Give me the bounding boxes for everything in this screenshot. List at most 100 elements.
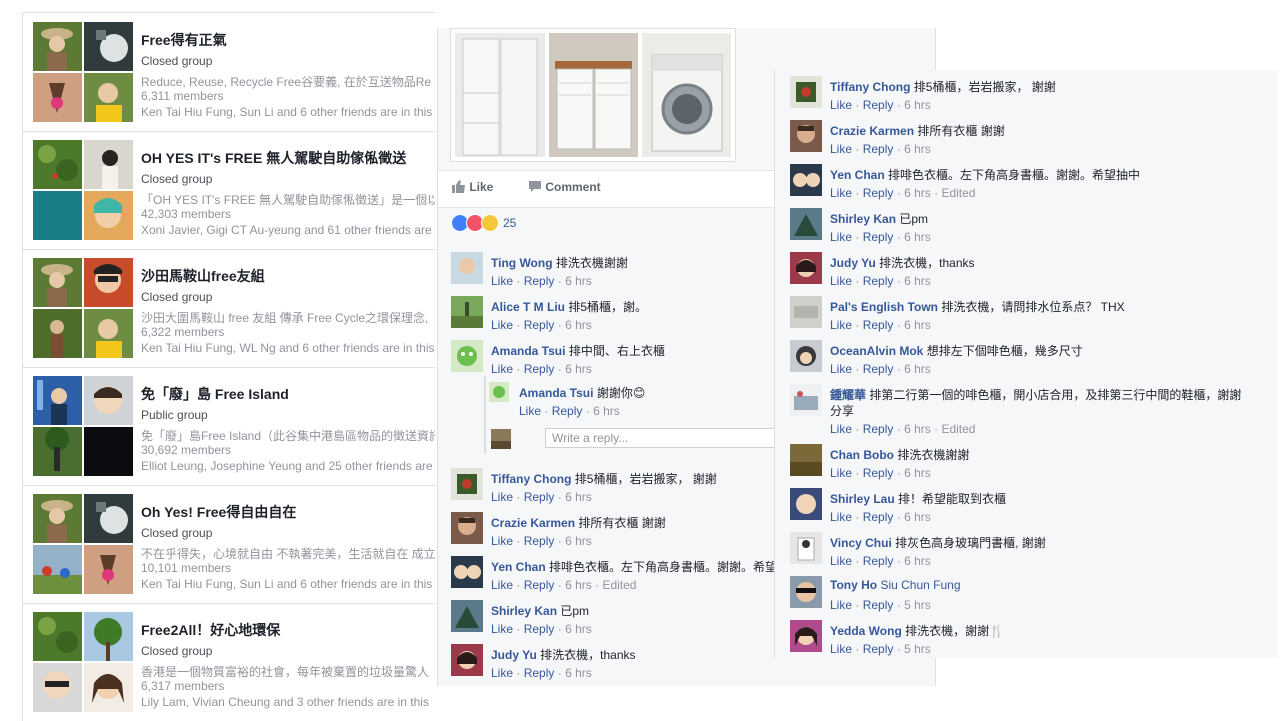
group-name[interactable]: 沙田馬鞍山free友組 — [141, 266, 265, 286]
comment-timestamp[interactable]: 6 hrs — [904, 186, 931, 200]
avatar[interactable] — [489, 382, 509, 402]
avatar[interactable] — [790, 252, 822, 284]
reaction-count[interactable]: 25 — [503, 216, 516, 230]
comment-author[interactable]: Alice T M Liu — [491, 300, 565, 314]
comment-reply-link[interactable]: Reply — [863, 554, 894, 568]
comment-author[interactable]: Yedda Wong — [830, 624, 902, 638]
comment-edited-label[interactable]: Edited — [602, 578, 636, 592]
avatar[interactable] — [790, 120, 822, 152]
comment-reply-link[interactable]: Reply — [863, 642, 894, 656]
comment-timestamp[interactable]: 5 hrs — [904, 642, 931, 656]
avatar[interactable] — [451, 252, 483, 284]
comment-like-link[interactable]: Like — [491, 578, 513, 592]
comment-author[interactable]: Yen Chan — [830, 168, 885, 182]
group-name[interactable]: Free得有正氣 — [141, 30, 227, 50]
avatar[interactable] — [790, 444, 822, 476]
avatar[interactable] — [790, 384, 822, 416]
group-name[interactable]: 免「廢」島 Free Island — [141, 384, 289, 404]
comment-author[interactable]: Vincy Chui — [830, 536, 892, 550]
comment-reply-link[interactable]: Reply — [863, 362, 894, 376]
comment-author[interactable]: Tiffany Chong — [491, 472, 571, 486]
avatar[interactable] — [451, 600, 483, 632]
group-row[interactable]: 免「廢」島 Free Island Public group 免「廢」島Free… — [23, 367, 435, 486]
comment-timestamp[interactable]: 6 hrs — [904, 98, 931, 112]
comment-author[interactable]: Shirley Kan — [830, 212, 896, 226]
comment-author[interactable]: Shirley Kan — [491, 604, 557, 618]
comment-button[interactable]: Comment — [528, 180, 601, 194]
avatar[interactable] — [451, 468, 483, 500]
comment-reply-link[interactable]: Reply — [863, 466, 894, 480]
comment-author[interactable]: Judy Yu — [491, 648, 537, 662]
avatar[interactable] — [790, 340, 822, 372]
avatar[interactable] — [451, 556, 483, 588]
comment-timestamp[interactable]: 6 hrs — [565, 666, 592, 680]
comment-author[interactable]: Amanda Tsui — [519, 386, 593, 400]
avatar[interactable] — [790, 576, 822, 608]
comment-timestamp[interactable]: 6 hrs — [904, 362, 931, 376]
avatar[interactable] — [790, 532, 822, 564]
comment-reply-link[interactable]: Reply — [863, 98, 894, 112]
avatar[interactable] — [790, 164, 822, 196]
comment-author[interactable]: Ting Wong — [491, 256, 553, 270]
group-row[interactable]: 沙田馬鞍山free友組 Closed group 沙田大圍馬鞍山 free 友組… — [23, 249, 435, 368]
group-row[interactable]: Free得有正氣 Closed group Reduce, Reuse, Rec… — [23, 13, 435, 132]
comment-timestamp[interactable]: 6 hrs — [904, 510, 931, 524]
avatar[interactable] — [790, 488, 822, 520]
avatar[interactable] — [451, 644, 483, 676]
comment-like-link[interactable]: Like — [491, 274, 513, 288]
comment-author[interactable]: Amanda Tsui — [491, 344, 565, 358]
comment-timestamp[interactable]: 5 hrs — [904, 598, 931, 612]
comment-timestamp[interactable]: 6 hrs — [565, 578, 592, 592]
comment-reply-link[interactable]: Reply — [524, 362, 555, 376]
group-row[interactable]: Oh Yes! Free得自由自在 Closed group 不在乎得失，心境就… — [23, 485, 435, 604]
comment-author[interactable]: 鍾耀華 — [830, 388, 866, 402]
comment-timestamp[interactable]: 6 hrs — [565, 622, 592, 636]
comment-author[interactable]: Pal's English Town — [830, 300, 938, 314]
group-name[interactable]: Oh Yes! Free得自由自在 — [141, 502, 296, 522]
reply-input[interactable]: Write a reply... — [545, 428, 813, 448]
comment-reply-link[interactable]: Reply — [863, 510, 894, 524]
comment-reply-link[interactable]: Reply — [863, 142, 894, 156]
comment-like-link[interactable]: Like — [491, 318, 513, 332]
like-button[interactable]: Like — [452, 180, 493, 194]
avatar[interactable] — [790, 296, 822, 328]
avatar[interactable] — [790, 76, 822, 108]
comment-reply-link[interactable]: Reply — [524, 666, 555, 680]
comment-author[interactable]: Chan Bobo — [830, 448, 894, 462]
comment-timestamp[interactable]: 6 hrs — [904, 274, 931, 288]
comment-reply-link[interactable]: Reply — [524, 318, 555, 332]
avatar[interactable] — [451, 340, 483, 372]
comment-timestamp[interactable]: 6 hrs — [904, 230, 931, 244]
comment-like-link[interactable]: Like — [830, 318, 852, 332]
comment-like-link[interactable]: Like — [830, 274, 852, 288]
group-cover-mosaic[interactable] — [33, 258, 133, 358]
comment-reply-link[interactable]: Reply — [524, 490, 555, 504]
comment-like-link[interactable]: Like — [830, 362, 852, 376]
comment-tagged-user[interactable]: Siu Chun Fung — [880, 578, 960, 592]
avatar[interactable] — [451, 512, 483, 544]
comment-timestamp[interactable]: 6 hrs — [565, 490, 592, 504]
group-cover-mosaic[interactable] — [33, 494, 133, 594]
comment-reply-link[interactable]: Reply — [524, 534, 555, 548]
comment-author[interactable]: Tiffany Chong — [830, 80, 910, 94]
comment-author[interactable]: Crazie Karmen — [491, 516, 575, 530]
group-cover-mosaic[interactable] — [33, 612, 133, 712]
comment-like-link[interactable]: Like — [830, 422, 852, 436]
group-row[interactable]: Free2All！好心地環保 Closed group 香港是一個物質富裕的社會… — [23, 603, 435, 721]
avatar[interactable] — [790, 208, 822, 240]
avatar[interactable] — [790, 620, 822, 652]
comment-timestamp[interactable]: 6 hrs — [565, 362, 592, 376]
comment-reply-link[interactable]: Reply — [552, 404, 583, 418]
group-name[interactable]: Free2All！好心地環保 — [141, 620, 280, 640]
comment-like-link[interactable]: Like — [830, 186, 852, 200]
comment-like-link[interactable]: Like — [830, 142, 852, 156]
comment-like-link[interactable]: Like — [830, 466, 852, 480]
comment-like-link[interactable]: Like — [491, 534, 513, 548]
comment-timestamp[interactable]: 6 hrs — [565, 274, 592, 288]
comment-author[interactable]: Tony Ho — [830, 578, 877, 592]
comment-author[interactable]: OceanAlvin Mok — [830, 344, 923, 358]
comment-like-link[interactable]: Like — [830, 510, 852, 524]
comment-edited-label[interactable]: Edited — [941, 186, 975, 200]
comment-reply-link[interactable]: Reply — [863, 598, 894, 612]
comment-author[interactable]: Crazie Karmen — [830, 124, 914, 138]
